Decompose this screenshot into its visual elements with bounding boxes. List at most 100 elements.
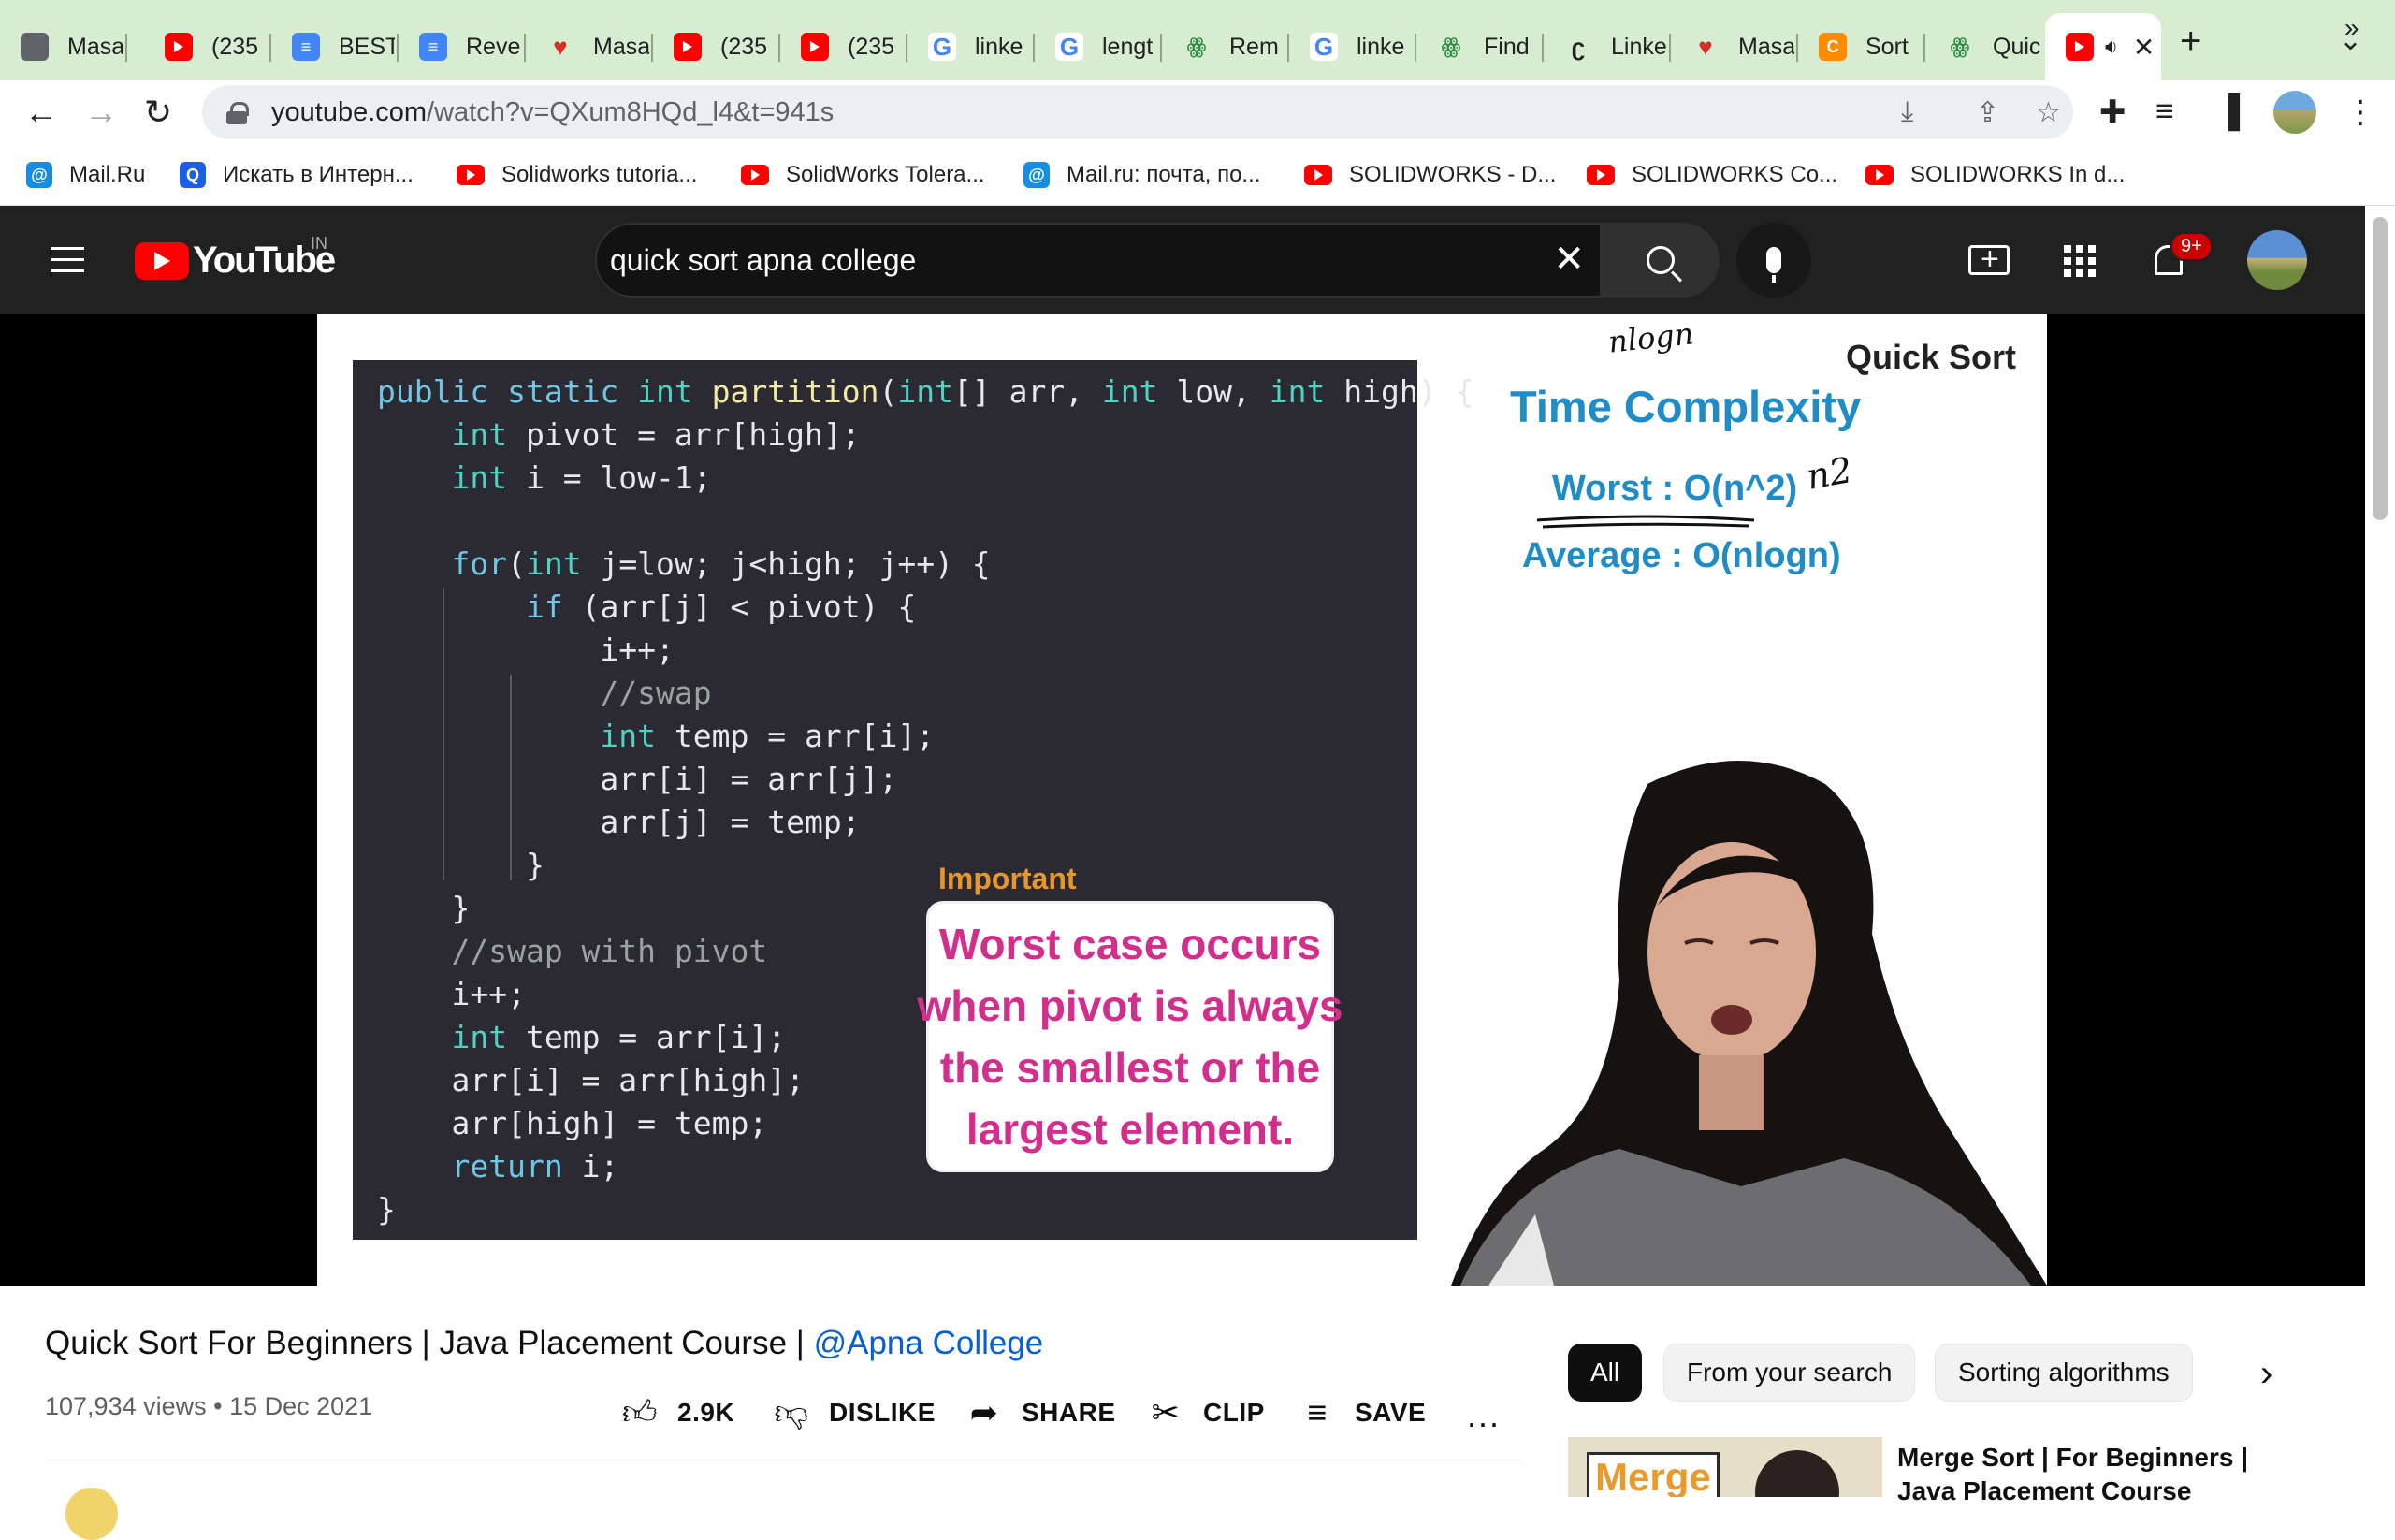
chip-sorting-algorithms[interactable]: Sorting algorithms bbox=[1935, 1344, 2193, 1402]
thumbs-down-icon: 👎︎ bbox=[774, 1393, 809, 1431]
recommended-video-thumbnail[interactable]: Merge bbox=[1568, 1437, 1882, 1497]
code-line: int temp = arr[i]; bbox=[600, 718, 936, 754]
important-line: Worst case occurs bbox=[938, 920, 1322, 968]
bookmark-item[interactable]: Solidworks tutoria... bbox=[457, 159, 697, 191]
browser-tab[interactable]: Masa bbox=[0, 13, 127, 80]
bookmark-item[interactable]: @ Mail.Ru bbox=[26, 159, 145, 191]
tab-title: (235 bbox=[211, 33, 259, 60]
browser-tab[interactable]: Glinke bbox=[907, 13, 1035, 80]
clip-button[interactable]: ✂ CLIP bbox=[1147, 1388, 1265, 1437]
share-button[interactable]: ➦ SHARE bbox=[965, 1388, 1116, 1437]
chip-from-your-search[interactable]: From your search bbox=[1663, 1344, 1916, 1402]
lock-icon[interactable] bbox=[226, 102, 249, 124]
code-line: //swap bbox=[600, 675, 712, 711]
browser-tab[interactable]: C Sort bbox=[1798, 13, 1925, 80]
maps-icon: ♥ bbox=[553, 32, 568, 61]
search-box[interactable]: ✕ bbox=[595, 223, 1602, 298]
page-scrollbar-thumb[interactable] bbox=[2373, 217, 2388, 520]
bookmarks-overflow-button[interactable]: » bbox=[2344, 13, 2359, 43]
more-actions-button[interactable]: ... bbox=[1467, 1396, 1501, 1435]
browser-tab[interactable]: (235 bbox=[144, 13, 271, 80]
browser-tab[interactable]: (235 bbox=[780, 13, 907, 80]
upload-date: 15 Dec 2021 bbox=[229, 1392, 373, 1420]
browser-tab[interactable]: ♥ Masa bbox=[526, 13, 653, 80]
chips-next-chevron-icon[interactable]: › bbox=[2260, 1353, 2272, 1395]
view-count: 107,934 views bbox=[45, 1392, 207, 1420]
like-button[interactable]: 👍︎ 2.9K bbox=[621, 1388, 734, 1437]
dislike-button[interactable]: 👎︎ DISLIKE bbox=[773, 1388, 936, 1437]
guide-menu-icon[interactable] bbox=[51, 247, 84, 273]
bookmark-label: SOLIDWORKS In d... bbox=[1910, 162, 2126, 187]
code-line: i++; bbox=[377, 632, 675, 668]
browser-tab[interactable]: ꙮ Rem bbox=[1162, 13, 1289, 80]
clip-label: CLIP bbox=[1203, 1398, 1265, 1427]
worst-case-complexity: Worst : O(n^2) bbox=[1552, 469, 1798, 508]
install-app-icon[interactable]: ⤓ bbox=[1901, 96, 1913, 128]
browser-tab[interactable]: ≡ Reve bbox=[399, 13, 526, 80]
video-title: Quick Sort For Beginners | Java Placemen… bbox=[45, 1325, 1043, 1362]
url-path: /watch?v=QXum8HQd_l4&t=941s bbox=[427, 96, 835, 127]
youtube-logo[interactable]: YouTube bbox=[135, 240, 336, 282]
share-label: SHARE bbox=[1022, 1398, 1116, 1427]
bookmark-item[interactable]: @ Mail.ru: почта, по... bbox=[1023, 159, 1260, 191]
save-label: SAVE bbox=[1355, 1398, 1427, 1427]
bookmark-label: Искать в Интерн... bbox=[223, 162, 414, 187]
address-bar[interactable]: youtube.com/watch?v=QXum8HQd_l4&t=941s ⤓… bbox=[202, 85, 2073, 139]
browser-tab[interactable]: ꙮ Find bbox=[1416, 13, 1544, 80]
extensions-puzzle-icon[interactable]: ✚ bbox=[2099, 94, 2126, 131]
browser-tab[interactable]: Glinke bbox=[1289, 13, 1416, 80]
reload-icon[interactable]: ↻ bbox=[144, 94, 172, 131]
save-button[interactable]: ≡ SAVE bbox=[1299, 1388, 1426, 1437]
tab-title: (235 bbox=[848, 33, 895, 60]
leetcode-icon: ʗ bbox=[1571, 32, 1586, 61]
share-page-icon[interactable]: ⇪ bbox=[1976, 96, 1999, 129]
bookmark-label: Mail.Ru bbox=[69, 162, 146, 187]
search-button[interactable] bbox=[1602, 223, 1720, 298]
browser-tab[interactable]: ꙮ Quic bbox=[1925, 13, 2053, 80]
browser-tab[interactable]: ʗ Linke bbox=[1544, 13, 1671, 80]
video-player[interactable]: public static int partition(int[] arr, i… bbox=[0, 314, 2365, 1286]
notifications-badge: 9+ bbox=[2170, 232, 2213, 261]
close-tab-icon[interactable]: ✕ bbox=[2133, 32, 2155, 63]
create-video-icon[interactable] bbox=[1968, 237, 2010, 282]
thumbnail-text: Merge bbox=[1587, 1452, 1720, 1497]
channel-link[interactable]: @Apna College bbox=[814, 1325, 1044, 1361]
bookmark-item[interactable]: SOLIDWORKS In d... bbox=[1865, 159, 2125, 191]
browser-tab[interactable]: ♥ Masa bbox=[1671, 13, 1798, 80]
new-tab-button[interactable]: + bbox=[2180, 21, 2201, 63]
browser-toolbar: ← → ↻ youtube.com/watch?v=QXum8HQd_l4&t=… bbox=[0, 80, 2395, 144]
browser-profile-avatar[interactable] bbox=[2273, 91, 2316, 134]
clear-search-icon[interactable]: ✕ bbox=[1553, 238, 1585, 281]
tab-title: Masa bbox=[593, 33, 649, 60]
youtube-icon bbox=[1304, 165, 1332, 185]
bookmark-item[interactable]: Q Искать в Интерн... bbox=[180, 159, 414, 191]
recommended-video-title[interactable]: Merge Sort | For Beginners | Java Placem… bbox=[1897, 1441, 2262, 1508]
channel-avatar[interactable] bbox=[65, 1488, 118, 1540]
bookmark-item[interactable]: SOLIDWORKS Co... bbox=[1587, 159, 1837, 191]
audio-playing-icon[interactable]: 🔉︎ bbox=[2105, 35, 2118, 59]
chip-all[interactable]: All bbox=[1568, 1344, 1643, 1402]
bookmark-item[interactable]: SolidWorks Tolera... bbox=[741, 159, 985, 191]
account-avatar[interactable] bbox=[2247, 230, 2307, 290]
maps-icon: ♥ bbox=[1698, 32, 1713, 61]
browser-tab[interactable]: ≡ BEST bbox=[271, 13, 399, 80]
youtube-icon bbox=[741, 165, 769, 185]
media-control-icon[interactable]: ≡ bbox=[2156, 94, 2174, 130]
side-panel-icon[interactable]: ▐ bbox=[2217, 94, 2240, 130]
browser-menu-icon[interactable]: ⋮ bbox=[2344, 94, 2376, 131]
forward-arrow-icon[interactable]: → bbox=[84, 94, 118, 131]
active-browser-tab[interactable]: 🔉︎ ✕ bbox=[2045, 13, 2161, 80]
code-line: public static int partition(int[] arr, i… bbox=[377, 373, 1474, 410]
average-case-complexity: Average : O(nlogn) bbox=[1522, 536, 1841, 575]
voice-search-button[interactable] bbox=[1736, 223, 1811, 298]
apps-grid-icon[interactable] bbox=[2064, 245, 2096, 277]
browser-tab[interactable]: Glengt bbox=[1035, 13, 1162, 80]
address-url[interactable]: youtube.com/watch?v=QXum8HQd_l4&t=941s bbox=[271, 97, 834, 128]
back-arrow-icon[interactable]: ← bbox=[24, 94, 58, 131]
code-line: //swap with pivot bbox=[451, 933, 768, 969]
search-input[interactable] bbox=[610, 242, 1508, 278]
bookmark-star-icon[interactable]: ☆ bbox=[2036, 96, 2061, 129]
youtube-masthead: YouTube IN ✕ 9+ bbox=[0, 206, 2395, 314]
browser-tab[interactable]: (235 bbox=[653, 13, 780, 80]
bookmark-item[interactable]: SOLIDWORKS - D... bbox=[1304, 159, 1556, 191]
